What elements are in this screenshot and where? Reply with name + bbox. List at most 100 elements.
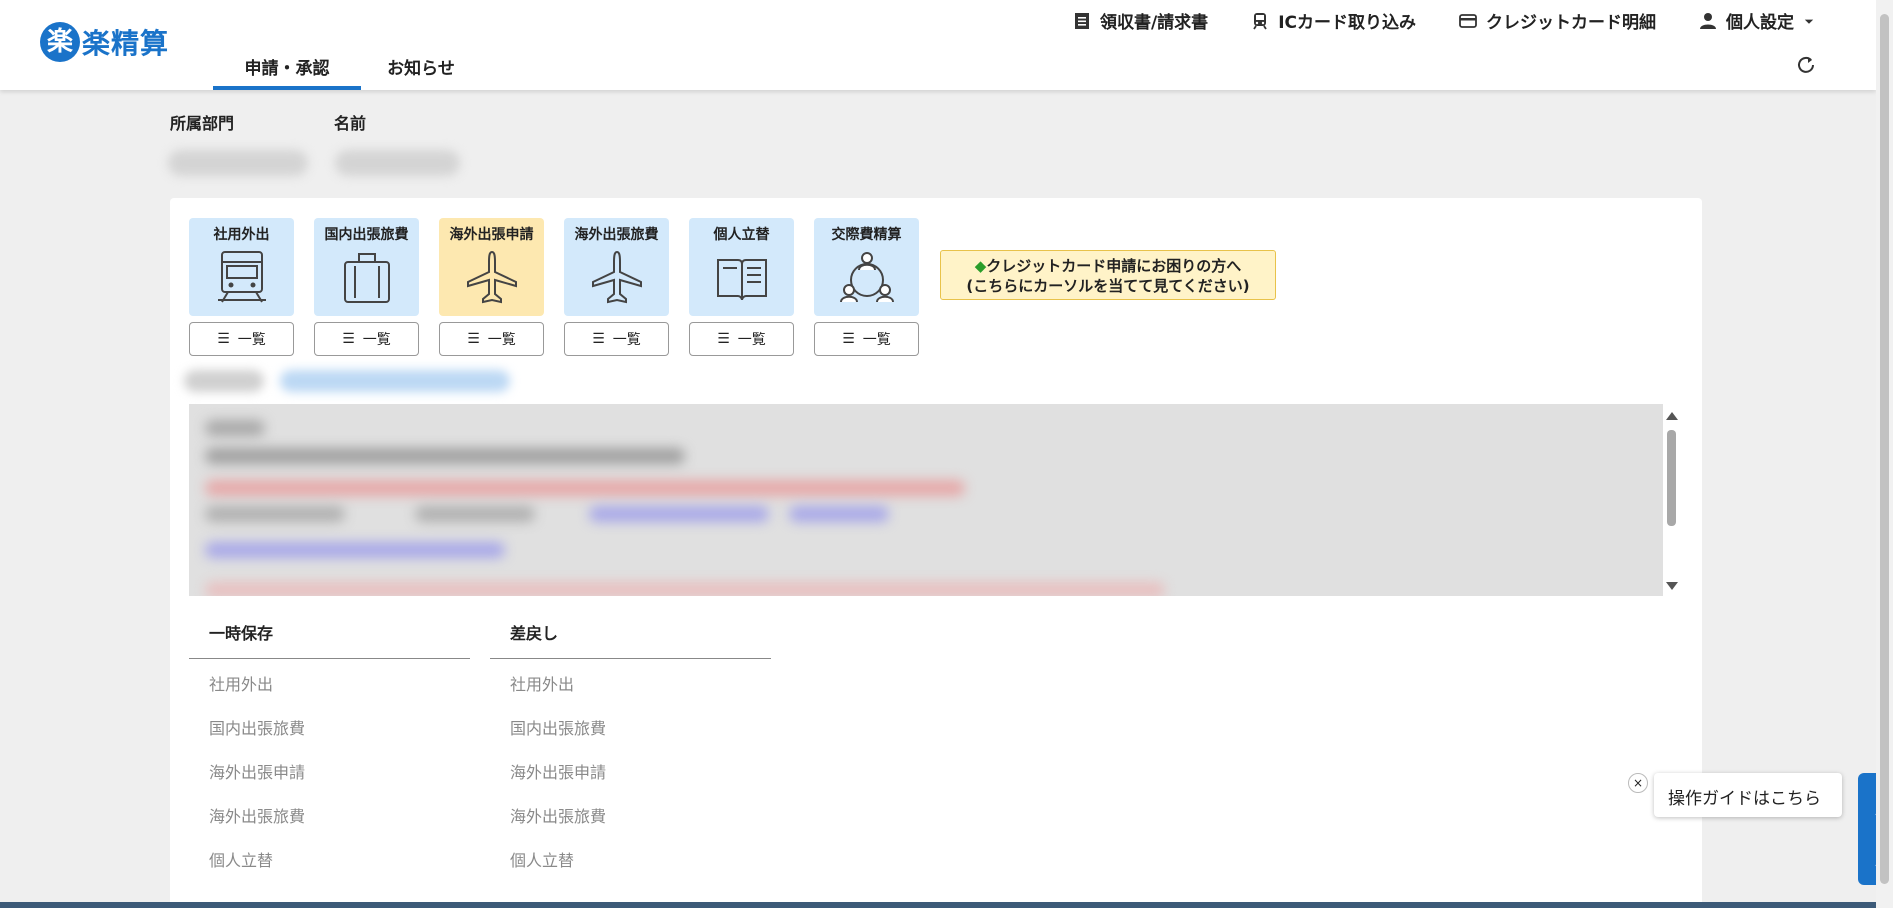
list-item[interactable]: 個人立替	[490, 835, 771, 879]
app-title: 社用外出	[213, 227, 270, 243]
app-personal-advance: 個人立替 ☰ 一覧	[689, 218, 794, 356]
list-item[interactable]: 海外出張申請	[490, 747, 771, 791]
profile-section: 所属部門 名前	[170, 110, 366, 134]
tab-application-approval[interactable]: 申請・承認	[213, 40, 361, 90]
receipts-menu-label: 領収書/請求書	[1099, 13, 1209, 33]
document-icon	[1074, 12, 1089, 29]
list-button-domestic-travel[interactable]: ☰ 一覧	[314, 322, 419, 356]
logo-text: 楽精算	[82, 27, 170, 60]
list-item[interactable]: 海外出張申請	[189, 747, 470, 791]
list-button-overseas-application[interactable]: ☰ 一覧	[439, 322, 544, 356]
notice-scrollbar[interactable]	[1665, 406, 1679, 594]
cc-banner-line1: ◆クレジットカード申請にお困りの方へ	[974, 257, 1242, 275]
train-icon	[217, 251, 266, 303]
app-entertainment-expense: 交際費精算 ☰ 一覧	[814, 218, 919, 356]
list-icon: ☰	[467, 331, 480, 347]
personal-settings-menu[interactable]: 個人設定	[1698, 8, 1816, 33]
list-button-entertainment-expense[interactable]: ☰ 一覧	[814, 322, 919, 356]
guide-close-button[interactable]: ×	[1628, 773, 1648, 793]
list-item[interactable]: 海外出張旅費	[189, 791, 470, 835]
person-icon	[1700, 12, 1716, 29]
refresh-icon[interactable]	[1796, 55, 1816, 75]
beginner-mark-icon: ◆	[974, 257, 987, 275]
name-label: 名前	[334, 114, 367, 133]
credit-card-menu[interactable]: クレジットカード明細	[1458, 8, 1656, 33]
list-item[interactable]: 個人立替	[189, 835, 470, 879]
app-tile-company-outing[interactable]: 社用外出	[189, 218, 294, 316]
operation-guide-tooltip[interactable]: 操作ガイドはこちら	[1654, 773, 1842, 817]
department-label: 所属部門	[170, 114, 235, 133]
app-tile-overseas-application[interactable]: 海外出張申請	[439, 218, 544, 316]
notice-panel-redacted	[189, 404, 1663, 596]
temp-saved-column: 一時保存 社用外出 国内出張旅費 海外出張申請 海外出張旅費 個人立替	[189, 608, 470, 879]
redacted-label	[184, 370, 264, 392]
app-tile-domestic-travel[interactable]: 国内出張旅費	[314, 218, 419, 316]
application-tiles: 社用外出 ☰ 一覧 国内出張旅費 ☰ 一覧 海外出張申請 ☰ 一覧 海外出張旅費	[189, 218, 919, 356]
logo-mark: 楽	[40, 22, 80, 62]
list-button-label: 一覧	[362, 332, 391, 348]
app-title: 海外出張旅費	[574, 227, 659, 243]
app-company-outing: 社用外出 ☰ 一覧	[189, 218, 294, 356]
list-button-label: 一覧	[737, 332, 766, 348]
app-title: 海外出張申請	[449, 227, 534, 243]
cc-banner-line2: (こちらにカーソルを当てて見てください)	[966, 277, 1250, 295]
suitcase-icon	[343, 253, 390, 303]
list-button-overseas-travel[interactable]: ☰ 一覧	[564, 322, 669, 356]
list-button-label: 一覧	[612, 332, 641, 348]
returned-title: 差戻し	[490, 608, 771, 659]
list-button-label: 一覧	[487, 332, 516, 348]
scroll-down-icon[interactable]	[1666, 582, 1678, 590]
credit-card-icon	[1459, 13, 1477, 28]
receipts-menu[interactable]: 領収書/請求書	[1072, 8, 1208, 33]
ic-card-menu-label: ICカード取り込み	[1278, 13, 1416, 33]
list-icon: ☰	[342, 331, 355, 347]
name-value-redacted	[335, 150, 460, 176]
header-bar: 楽 楽精算 申請・承認 お知らせ 領収書/請求書 ICカード取り込み クレジット…	[0, 0, 1876, 90]
list-button-label: 一覧	[237, 332, 266, 348]
app-title: 個人立替	[713, 227, 770, 243]
credit-card-help-banner[interactable]: ◆クレジットカード申請にお困りの方へ (こちらにカーソルを当てて見てください)	[940, 250, 1276, 300]
list-item[interactable]: 社用外出	[189, 659, 470, 703]
page-scrollbar[interactable]	[1876, 0, 1893, 908]
list-button-personal-advance[interactable]: ☰ 一覧	[689, 322, 794, 356]
list-button-label: 一覧	[862, 332, 891, 348]
list-icon: ☰	[717, 331, 730, 347]
book-icon	[716, 259, 767, 301]
top-menu: 領収書/請求書 ICカード取り込み クレジットカード明細 個人設定	[1072, 8, 1816, 33]
list-item[interactable]: 海外出張旅費	[490, 791, 771, 835]
app-tile-entertainment-expense[interactable]: 交際費精算	[814, 218, 919, 316]
credit-card-menu-label: クレジットカード明細	[1486, 13, 1656, 33]
personal-settings-label: 個人設定	[1726, 13, 1794, 33]
app-title: 国内出張旅費	[324, 227, 409, 243]
list-item[interactable]: 国内出張旅費	[189, 703, 470, 747]
app-domestic-travel: 国内出張旅費 ☰ 一覧	[314, 218, 419, 356]
app-overseas-application: 海外出張申請 ☰ 一覧	[439, 218, 544, 356]
app-title: 交際費精算	[831, 227, 902, 243]
temp-saved-title: 一時保存	[189, 608, 470, 659]
list-icon: ☰	[217, 331, 230, 347]
list-icon: ☰	[842, 331, 855, 347]
status-lists: 一時保存 社用外出 国内出張旅費 海外出張申請 海外出張旅費 個人立替 差戻し …	[189, 608, 771, 879]
main-card: 社用外出 ☰ 一覧 国内出張旅費 ☰ 一覧 海外出張申請 ☰ 一覧 海外出張旅費	[170, 198, 1702, 908]
list-item[interactable]: 社用外出	[490, 659, 771, 703]
app-logo[interactable]: 楽 楽精算	[40, 22, 169, 62]
app-tile-personal-advance[interactable]: 個人立替	[689, 218, 794, 316]
scroll-up-icon[interactable]	[1666, 412, 1678, 420]
caret-down-icon	[1804, 19, 1814, 24]
main-tabs: 申請・承認 お知らせ	[213, 40, 481, 90]
list-button-company-outing[interactable]: ☰ 一覧	[189, 322, 294, 356]
airplane-icon	[466, 250, 517, 304]
tab-notices[interactable]: お知らせ	[361, 40, 481, 90]
ic-card-menu[interactable]: ICカード取り込み	[1250, 8, 1416, 33]
app-tile-overseas-travel[interactable]: 海外出張旅費	[564, 218, 669, 316]
redacted-link	[280, 370, 510, 392]
list-item[interactable]: 国内出張旅費	[490, 703, 771, 747]
page-scroll-thumb[interactable]	[1880, 14, 1889, 884]
list-icon: ☰	[592, 331, 605, 347]
returned-column: 差戻し 社用外出 国内出張旅費 海外出張申請 海外出張旅費 個人立替	[490, 608, 771, 879]
airplane-icon	[591, 250, 642, 304]
train-icon	[1253, 12, 1267, 29]
department-value-redacted	[168, 150, 308, 176]
scroll-thumb[interactable]	[1667, 430, 1676, 526]
people-circle-icon	[839, 252, 894, 303]
